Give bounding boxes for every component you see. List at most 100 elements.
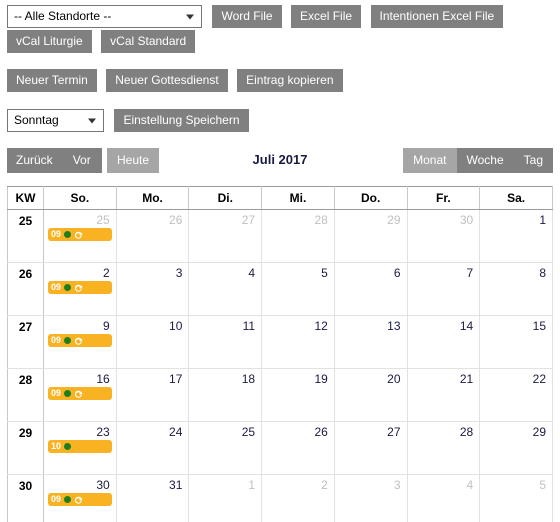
- word-file-button[interactable]: Word File: [212, 5, 282, 28]
- column-header-kw: KW: [7, 186, 44, 210]
- calendar-day-cell[interactable]: 5: [261, 262, 335, 316]
- calendar-day-cell[interactable]: 3: [333, 474, 408, 522]
- day-number: 20: [387, 372, 401, 386]
- calendar-day-cell[interactable]: 26: [261, 421, 335, 475]
- column-header-saturday: Sa.: [479, 186, 553, 210]
- calendar-day-cell[interactable]: 27: [188, 209, 263, 263]
- vcal-toolbar: vCal Liturgie vCal Standard: [7, 30, 200, 53]
- calendar-day-cell[interactable]: 1: [479, 209, 553, 263]
- week-number-cell: 28: [7, 368, 44, 422]
- calendar-day-cell[interactable]: 19: [261, 368, 335, 422]
- calendar-day-cell[interactable]: 11: [188, 315, 263, 369]
- event-status-dot-icon: [64, 337, 72, 344]
- calendar-day-cell[interactable]: 21: [406, 368, 481, 422]
- calendar-day-cell[interactable]: 30 09: [43, 474, 117, 522]
- calendar-day-cell[interactable]: 25 09: [43, 209, 117, 263]
- calendar-day-cell[interactable]: 14: [406, 315, 481, 369]
- calendar-event-chip[interactable]: 09: [48, 387, 112, 400]
- calendar-day-cell[interactable]: 4: [188, 262, 263, 316]
- day-number: 26: [169, 213, 183, 227]
- einstellung-speichern-button[interactable]: Einstellung Speichern: [114, 109, 249, 132]
- site-select-value: -- Alle Standorte --: [14, 9, 112, 23]
- calendar-day-cell[interactable]: 28: [406, 421, 481, 475]
- event-hour-label: 09: [51, 229, 62, 239]
- day-number: 17: [169, 372, 183, 386]
- calendar-week-row: 27 9 09 10 11 12 13 14 15: [7, 315, 553, 369]
- column-header-friday: Fr.: [406, 186, 481, 210]
- calendar-event-chip[interactable]: 09: [48, 281, 112, 294]
- calendar-day-cell[interactable]: 20: [333, 368, 408, 422]
- calendar-day-cell[interactable]: 4: [406, 474, 481, 522]
- day-number: 2: [103, 266, 110, 280]
- day-number: 6: [393, 266, 401, 280]
- calendar-day-cell[interactable]: 13: [333, 315, 408, 369]
- calendar-day-cell[interactable]: 29: [333, 209, 408, 263]
- day-number: 15: [532, 319, 546, 333]
- day-number: 25: [96, 213, 110, 227]
- site-select[interactable]: -- Alle Standorte --: [7, 5, 202, 28]
- day-number: 23: [96, 425, 110, 439]
- calendar-day-cell[interactable]: 28: [261, 209, 335, 263]
- event-hour-label: 09: [51, 494, 62, 504]
- calendar-week-row: 25 25 09 26 27 28 29 30 1: [7, 209, 553, 263]
- calendar-day-cell[interactable]: 10: [115, 315, 190, 369]
- day-number: 27: [387, 425, 401, 439]
- day-number: 10: [169, 319, 183, 333]
- calendar-day-cell[interactable]: 17: [115, 368, 190, 422]
- calendar-day-cell[interactable]: 2 09: [43, 262, 117, 316]
- event-hour-label: 09: [51, 388, 62, 398]
- day-number: 21: [459, 372, 474, 386]
- calendar-day-cell[interactable]: 3: [115, 262, 190, 316]
- calendar-day-cell[interactable]: 8: [479, 262, 553, 316]
- export-toolbar: -- Alle Standorte -- Word File Excel Fil…: [7, 5, 508, 28]
- vcal-liturgie-button[interactable]: vCal Liturgie: [7, 30, 92, 53]
- calendar-day-cell[interactable]: 24: [115, 421, 190, 475]
- calendar-nav: Zurück Vor Heute Juli 2017 Monat Woche Tag: [7, 148, 553, 174]
- calendar-day-cell[interactable]: 18: [188, 368, 263, 422]
- column-header-thursday: Do.: [333, 186, 408, 210]
- day-number: 31: [169, 478, 183, 492]
- calendar-day-cell[interactable]: 1: [188, 474, 263, 522]
- view-tag-button[interactable]: Tag: [513, 148, 553, 173]
- day-number: 29: [387, 213, 401, 227]
- calendar-day-cell[interactable]: 23 10: [43, 421, 117, 475]
- calendar-day-cell[interactable]: 16 09: [43, 368, 117, 422]
- neuer-termin-button[interactable]: Neuer Termin: [7, 69, 97, 92]
- calendar-day-cell[interactable]: 9 09: [43, 315, 117, 369]
- calendar-day-cell[interactable]: 2: [261, 474, 335, 522]
- calendar-day-cell[interactable]: 31: [115, 474, 190, 522]
- column-header-monday: Mo.: [115, 186, 190, 210]
- calendar-day-cell[interactable]: 30: [406, 209, 481, 263]
- calendar-day-cell[interactable]: 6: [333, 262, 408, 316]
- vcal-standard-button[interactable]: vCal Standard: [101, 30, 196, 53]
- calendar-day-cell[interactable]: 22: [479, 368, 553, 422]
- calendar-day-cell[interactable]: 25: [188, 421, 263, 475]
- weekday-select[interactable]: Sonntag: [7, 109, 104, 132]
- chevron-down-icon: [88, 118, 96, 123]
- calendar-day-cell[interactable]: 27: [333, 421, 408, 475]
- calendar-day-cell[interactable]: 26: [115, 209, 190, 263]
- calendar-event-chip[interactable]: 09: [48, 334, 112, 347]
- calendar-day-cell[interactable]: 12: [261, 315, 335, 369]
- neuer-gottesdienst-button[interactable]: Neuer Gottesdienst: [106, 69, 228, 92]
- view-monat-button[interactable]: Monat: [403, 148, 457, 173]
- chevron-down-icon: [186, 14, 194, 19]
- calendar-day-cell[interactable]: 7: [406, 262, 481, 316]
- calendar-day-cell[interactable]: 5: [479, 474, 553, 522]
- calendar-day-cell[interactable]: 15: [479, 315, 553, 369]
- recurring-event-icon: [74, 230, 83, 241]
- day-number: 9: [103, 319, 110, 333]
- calendar-event-chip[interactable]: 10: [48, 440, 112, 453]
- weekday-select-value: Sonntag: [14, 113, 59, 127]
- day-number: 24: [169, 425, 183, 439]
- day-number: 3: [393, 478, 401, 492]
- day-number: 18: [241, 372, 256, 386]
- view-woche-button[interactable]: Woche: [456, 148, 514, 173]
- calendar-event-chip[interactable]: 09: [48, 228, 112, 241]
- excel-file-button[interactable]: Excel File: [291, 5, 362, 28]
- calendar-day-cell[interactable]: 29: [479, 421, 553, 475]
- intentionen-excel-file-button[interactable]: Intentionen Excel File: [370, 5, 504, 28]
- eintrag-kopieren-button[interactable]: Eintrag kopieren: [237, 69, 343, 92]
- calendar-event-chip[interactable]: 09: [48, 493, 112, 506]
- day-number: 30: [96, 478, 110, 492]
